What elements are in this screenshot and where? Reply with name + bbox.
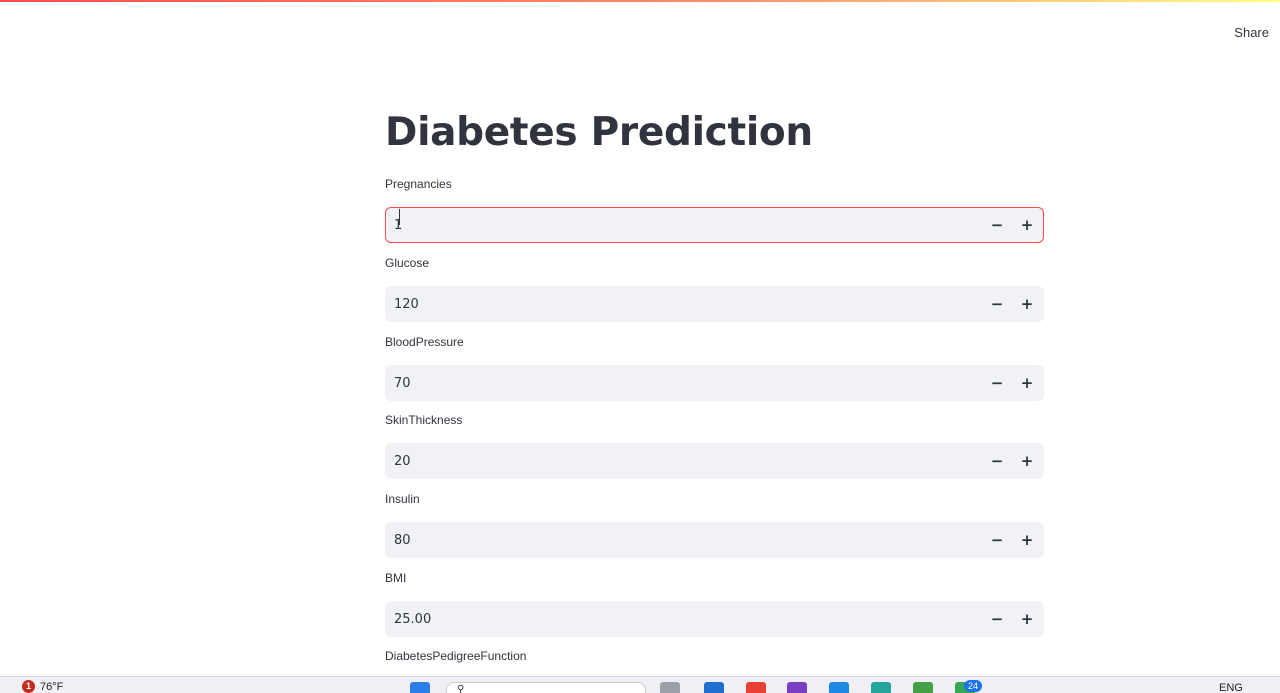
app-icon[interactable] bbox=[787, 682, 807, 693]
number-input-wrapper: − + bbox=[385, 365, 1044, 401]
number-input-wrapper: − + bbox=[385, 286, 1044, 322]
increment-button[interactable]: + bbox=[1012, 444, 1042, 478]
number-input-wrapper: − + bbox=[385, 522, 1044, 558]
field-skinthickness: SkinThickness − + bbox=[385, 412, 1044, 479]
text-cursor bbox=[399, 209, 400, 225]
number-input-wrapper: − + bbox=[385, 601, 1044, 637]
taskbar-search-box[interactable]: ⚲ bbox=[446, 682, 646, 693]
field-label: Pregnancies bbox=[385, 177, 452, 191]
windows-taskbar: 1 76°F ⚲ 24 ENG bbox=[0, 676, 1280, 693]
field-pregnancies: Pregnancies − + bbox=[385, 176, 1044, 243]
share-button[interactable]: Share bbox=[1234, 25, 1269, 40]
task-view-icon[interactable] bbox=[660, 682, 680, 693]
skinthickness-input[interactable] bbox=[386, 444, 982, 478]
page-title: Diabetes Prediction bbox=[385, 110, 813, 155]
field-label: BloodPressure bbox=[385, 335, 464, 349]
vscode-icon[interactable] bbox=[829, 682, 849, 693]
increment-button[interactable]: + bbox=[1012, 366, 1042, 400]
decrement-button[interactable]: − bbox=[982, 287, 1012, 321]
field-label: SkinThickness bbox=[385, 413, 463, 427]
temperature-label: 76°F bbox=[40, 680, 64, 693]
bloodpressure-input[interactable] bbox=[386, 366, 982, 400]
decrement-button[interactable]: − bbox=[982, 602, 1012, 636]
file-explorer-icon[interactable] bbox=[704, 682, 724, 693]
weather-widget[interactable]: 1 76°F bbox=[22, 680, 63, 693]
field-label: DiabetesPedigreeFunction bbox=[385, 649, 527, 663]
increment-button[interactable]: + bbox=[1012, 602, 1042, 636]
notification-badge: 24 bbox=[964, 680, 982, 692]
decrement-button[interactable]: − bbox=[982, 523, 1012, 557]
field-insulin: Insulin − + bbox=[385, 491, 1044, 558]
app-icon[interactable] bbox=[913, 682, 933, 693]
language-indicator[interactable]: ENG bbox=[1219, 682, 1243, 693]
field-label: BMI bbox=[385, 571, 407, 585]
increment-button[interactable]: + bbox=[1012, 208, 1042, 242]
search-icon: ⚲ bbox=[457, 684, 465, 693]
edge-icon[interactable] bbox=[871, 682, 891, 693]
field-label: Insulin bbox=[385, 492, 420, 506]
field-glucose: Glucose − + bbox=[385, 255, 1044, 322]
field-label: Glucose bbox=[385, 256, 430, 270]
top-decoration-bar bbox=[0, 0, 1280, 2]
increment-button[interactable]: + bbox=[1012, 287, 1042, 321]
field-bloodpressure: BloodPressure − + bbox=[385, 334, 1044, 401]
number-input-wrapper: − + bbox=[385, 207, 1044, 243]
decrement-button[interactable]: − bbox=[982, 208, 1012, 242]
chrome-icon[interactable] bbox=[746, 682, 766, 693]
number-input-wrapper: − + bbox=[385, 443, 1044, 479]
bmi-input[interactable] bbox=[386, 602, 982, 636]
increment-button[interactable]: + bbox=[1012, 523, 1042, 557]
decrement-button[interactable]: − bbox=[982, 366, 1012, 400]
pregnancies-input[interactable] bbox=[386, 208, 982, 242]
decrement-button[interactable]: − bbox=[982, 444, 1012, 478]
weather-alert-badge: 1 bbox=[22, 680, 35, 693]
glucose-input[interactable] bbox=[386, 287, 982, 321]
insulin-input[interactable] bbox=[386, 523, 982, 557]
field-bmi: BMI − + bbox=[385, 570, 1044, 637]
windows-start-icon[interactable] bbox=[410, 682, 430, 693]
